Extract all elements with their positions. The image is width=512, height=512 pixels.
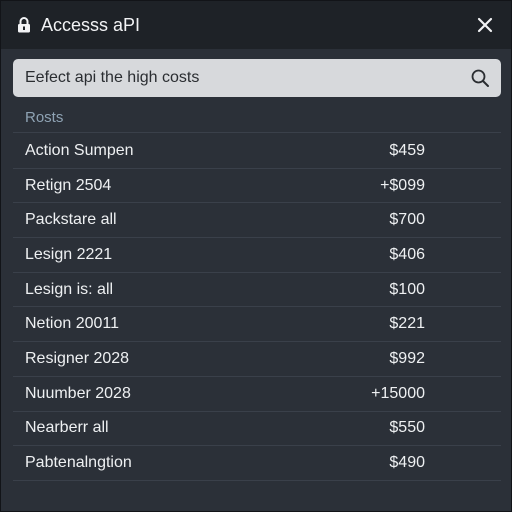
item-price: +15000 <box>371 384 425 402</box>
list-item[interactable]: Netion 20011 $221 <box>13 307 501 343</box>
list-item[interactable]: Retign 2504 +$099 <box>13 169 501 204</box>
lock-icon <box>15 16 33 34</box>
list-item[interactable]: Pabtenalngtion $490 <box>13 446 501 481</box>
item-name: Nuumber 2028 <box>25 384 131 402</box>
item-price: $459 <box>389 141 425 159</box>
item-price: $550 <box>389 419 425 437</box>
item-name: Packstare all <box>25 211 117 229</box>
item-price: $221 <box>389 315 425 333</box>
item-name: Action Sumpen <box>25 141 134 159</box>
search-bar <box>13 59 501 97</box>
list-item[interactable]: Packstare all $700 <box>13 203 501 239</box>
close-button[interactable] <box>471 11 499 39</box>
item-price: $700 <box>389 211 425 229</box>
item-price: $992 <box>389 349 425 367</box>
dialog-window: Accesss aPI Rosts Action Sumpen $459 Ret… <box>0 0 512 512</box>
list-item[interactable]: Resigner 2028 $992 <box>13 342 501 377</box>
item-name: Resigner 2028 <box>25 349 130 367</box>
item-price: $100 <box>389 280 425 298</box>
close-icon <box>477 17 493 33</box>
item-name: Lesign is: all <box>25 280 114 298</box>
search-input[interactable] <box>25 69 469 87</box>
item-price: $406 <box>389 245 425 263</box>
item-price: +$099 <box>380 176 425 194</box>
item-name: Pabtenalngtion <box>25 454 132 472</box>
search-icon[interactable] <box>469 67 491 89</box>
item-name: Lesign 2221 <box>25 245 113 263</box>
list-item[interactable]: Lesign is: all $100 <box>13 273 501 308</box>
window-title: Accesss aPI <box>41 14 141 35</box>
item-name: Retign 2504 <box>25 176 112 194</box>
cost-list: Action Sumpen $459 Retign 2504 +$099 Pac… <box>13 134 501 481</box>
item-price: $490 <box>389 454 425 472</box>
list-item[interactable]: Nuumber 2028 +15000 <box>13 377 501 412</box>
list-item[interactable]: Nearberr all $550 <box>13 412 501 447</box>
item-name: Netion 20011 <box>25 315 119 333</box>
list-item[interactable]: Action Sumpen $459 <box>13 134 501 169</box>
section-header: Rosts <box>13 103 501 133</box>
list-item[interactable]: Lesign 2221 $406 <box>13 238 501 273</box>
title-bar: Accesss aPI <box>1 1 511 49</box>
item-name: Nearberr all <box>25 419 109 437</box>
